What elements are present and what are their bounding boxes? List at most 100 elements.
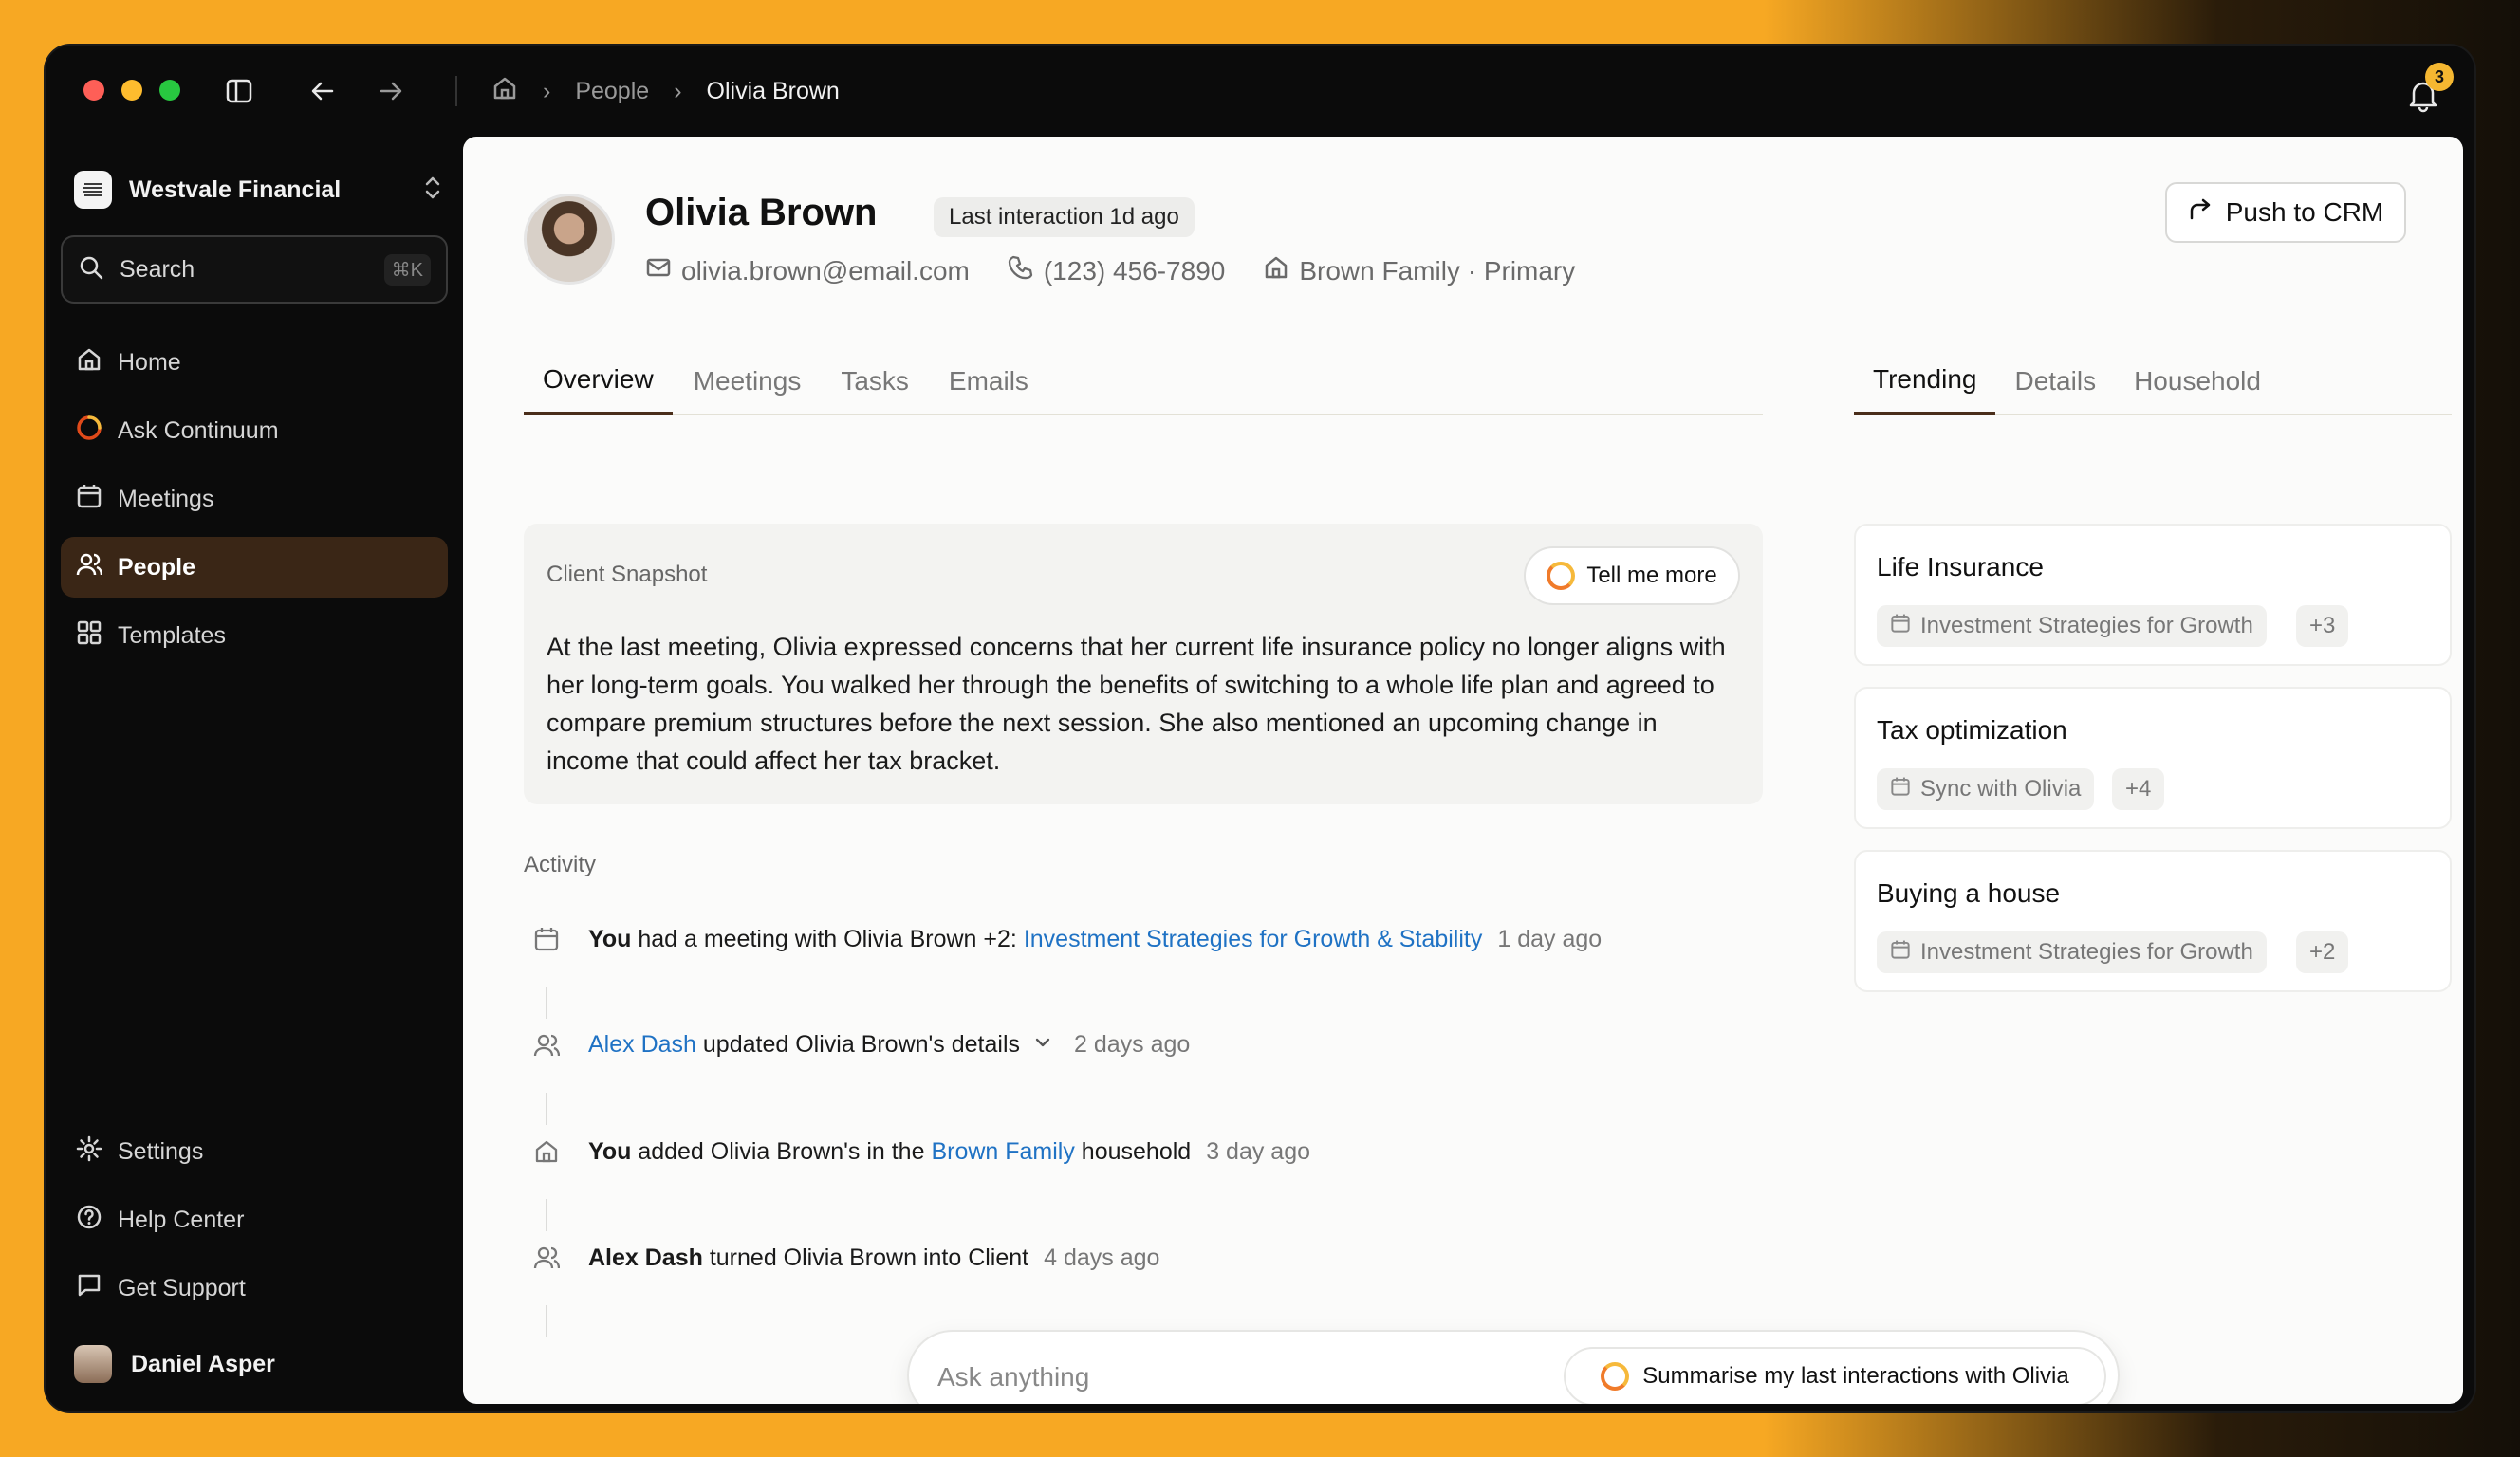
breadcrumb-current: Olivia Brown <box>706 77 840 104</box>
trending-card[interactable]: Life Insurance Investment Strategies for… <box>1854 524 2452 666</box>
side-tabs: Trending Details Household <box>1854 347 2452 415</box>
share-arrow-icon <box>2188 197 2213 229</box>
calendar-icon <box>1890 613 1911 640</box>
sidebar-item-people[interactable]: People <box>61 537 448 598</box>
tell-me-more-button[interactable]: Tell me more <box>1524 546 1740 605</box>
more-count-chip[interactable]: +3 <box>2296 605 2349 647</box>
calendar-icon <box>524 926 569 952</box>
activity-time: 4 days ago <box>1044 1244 1160 1271</box>
activity-time: 2 days ago <box>1073 1031 1191 1059</box>
contact-phone[interactable]: (123) 456-7890 <box>1008 254 1225 287</box>
sidebar-item-templates[interactable]: Templates <box>61 605 448 666</box>
meeting-chip[interactable]: Sync with Olivia <box>1877 768 2095 810</box>
maximize-window-button[interactable] <box>159 80 180 101</box>
suggestion-button[interactable]: Summarise my last interactions with Oliv… <box>1564 1347 2106 1404</box>
phone-icon <box>1008 254 1034 287</box>
meeting-chip[interactable]: Investment Strategies for Growth <box>1877 931 2267 973</box>
push-to-crm-label: Push to CRM <box>2225 197 2384 227</box>
org-logo-icon <box>74 171 112 209</box>
user-link[interactable]: Alex Dash <box>588 1031 696 1058</box>
tab-meetings[interactable]: Meetings <box>694 347 802 415</box>
sidebar-item-home[interactable]: Home <box>61 332 448 393</box>
sidebar-toggle-icon[interactable] <box>220 72 258 110</box>
ask-input[interactable] <box>937 1353 1507 1402</box>
meeting-chip[interactable]: Investment Strategies for Growth <box>1877 605 2267 647</box>
activity-text: Alex Dash updated Olivia Brown's details… <box>588 1031 1190 1060</box>
trending-card[interactable]: Buying a house Investment Strategies for… <box>1854 850 2452 992</box>
continuum-icon <box>1547 562 1576 590</box>
sidebar-item-label: People <box>118 553 195 581</box>
breadcrumb-people[interactable]: People <box>575 78 649 105</box>
ask-bar: Summarise my last interactions with Oliv… <box>907 1330 2120 1404</box>
activity-actor: You <box>588 925 632 952</box>
snapshot-title: Client Snapshot <box>547 562 708 587</box>
org-switcher[interactable]: Westvale Financial <box>74 163 444 216</box>
activity-actor: You <box>588 1137 632 1165</box>
tab-household[interactable]: Household <box>2115 347 2261 415</box>
continuum-icon <box>76 415 102 448</box>
home-icon <box>1263 254 1289 287</box>
sidebar-item-help-center[interactable]: Help Center <box>61 1190 448 1250</box>
activity-item: You added Olivia Brown's in the Brown Fa… <box>524 1129 1310 1174</box>
gear-icon <box>76 1135 102 1169</box>
tab-trending[interactable]: Trending <box>1854 347 1996 415</box>
sidebar-item-settings[interactable]: Settings <box>61 1121 448 1182</box>
breadcrumb: › People › Olivia Brown <box>491 72 840 110</box>
window-controls <box>83 80 180 101</box>
calendar-icon <box>1890 939 1911 967</box>
search-field[interactable]: Search ⌘K <box>61 235 448 304</box>
activity-time: 1 day ago <box>1497 925 1603 952</box>
mail-icon <box>645 254 672 287</box>
activity-time: 3 day ago <box>1206 1137 1311 1165</box>
title-bar: › People › Olivia Brown 3 <box>46 46 2474 137</box>
timeline-connector <box>546 987 547 1019</box>
sidebar-bottom-nav: Settings Help Center Get Support <box>61 1121 448 1326</box>
trending-card[interactable]: Tax optimization Sync with Olivia +4 <box>1854 687 2452 829</box>
meeting-link[interactable]: Investment Strategies for Growth & Stabi… <box>1024 926 1483 952</box>
chevron-down-icon[interactable] <box>1032 1032 1053 1060</box>
main-panel: Olivia Brown Last interaction 1d ago oli… <box>463 137 2463 1404</box>
more-count-chip[interactable]: +2 <box>2296 931 2349 973</box>
calendar-icon <box>1890 776 1911 803</box>
sidebar-item-ask-continuum[interactable]: Ask Continuum <box>61 400 448 461</box>
email-text: olivia.brown@email.com <box>681 255 970 286</box>
household-link[interactable]: Brown Family <box>931 1138 1074 1165</box>
sidebar-item-label: Help Center <box>118 1206 245 1233</box>
sidebar-item-label: Meetings <box>118 485 214 512</box>
forward-arrow-icon[interactable] <box>372 72 410 110</box>
activity-text-part: : <box>1010 925 1024 952</box>
contact-email[interactable]: olivia.brown@email.com <box>645 254 970 287</box>
chip-label: Investment Strategies for Growth <box>1920 613 2253 638</box>
contact-household[interactable]: Brown Family · Primary <box>1263 254 1575 287</box>
tab-tasks[interactable]: Tasks <box>841 347 909 415</box>
page-title: Olivia Brown <box>645 192 878 233</box>
sidebar-item-get-support[interactable]: Get Support <box>61 1258 448 1319</box>
more-count-chip[interactable]: +4 <box>2112 768 2165 810</box>
sidebar-item-label: Ask Continuum <box>118 416 279 444</box>
tab-emails[interactable]: Emails <box>949 347 1028 415</box>
chip-label: Investment Strategies for Growth <box>1920 939 2253 965</box>
back-arrow-icon[interactable] <box>304 72 342 110</box>
activity-title: Activity <box>524 852 597 877</box>
activity-subject: Olivia Brown +2 <box>843 925 1010 952</box>
sidebar-item-meetings[interactable]: Meetings <box>61 469 448 529</box>
minimize-window-button[interactable] <box>121 80 142 101</box>
chat-icon <box>76 1272 102 1305</box>
user-profile[interactable]: Daniel Asper <box>74 1341 275 1387</box>
home-icon <box>524 1138 569 1165</box>
tab-overview[interactable]: Overview <box>524 347 673 415</box>
sidebar-item-label: Templates <box>118 621 226 649</box>
household-text: Brown Family · Primary <box>1299 255 1576 286</box>
tab-details[interactable]: Details <box>2014 347 2096 415</box>
sidebar: Westvale Financial Search ⌘K Home Ask Co… <box>46 137 463 1411</box>
avatar <box>74 1345 112 1383</box>
activity-text-part: into Client <box>917 1244 1029 1271</box>
push-to-crm-button[interactable]: Push to CRM <box>2165 182 2406 243</box>
activity-text: You added Olivia Brown's in the Brown Fa… <box>588 1138 1310 1166</box>
client-snapshot: Client Snapshot Tell me more At the last… <box>524 524 1763 804</box>
close-window-button[interactable] <box>83 80 104 101</box>
home-icon[interactable] <box>491 75 518 108</box>
timeline-connector <box>546 1093 547 1125</box>
chevron-right-icon: › <box>543 77 551 104</box>
search-shortcut: ⌘K <box>383 253 431 286</box>
